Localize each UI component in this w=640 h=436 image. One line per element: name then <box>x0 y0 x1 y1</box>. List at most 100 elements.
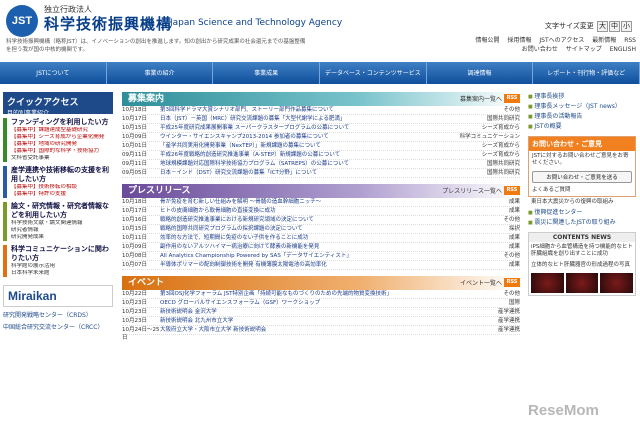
util-recruit-link[interactable]: 採用情報 <box>507 37 531 44</box>
side-link[interactable]: JSTの概要 <box>528 122 636 132</box>
table-row: 10月15日 平成25年度研究成果展開事業 スーパークラスタープログラムの公募につ… <box>122 124 520 133</box>
news-text[interactable]: iPS細胞から血管構造を持つ機能的なヒト肝臓組織を創り出すことに成功 <box>529 242 635 260</box>
side-link[interactable]: 理事長の活動報告 <box>528 112 636 122</box>
events-more-link[interactable]: イベント一覧へ <box>460 278 502 287</box>
row-category: その他 <box>503 291 520 297</box>
row-category: 国際共同研究 <box>486 116 520 122</box>
nav-programs[interactable]: 事業の紹介 <box>107 62 214 84</box>
row-title-link[interactable]: ヒトの皮膚細胞から軟骨細胞の直接変換に成功 <box>160 207 458 215</box>
quick-section-heading[interactable]: 科学コミュニケーションに関わりたい方 <box>11 245 113 263</box>
row-category: シーズ育成から <box>481 152 520 158</box>
quick-link[interactable]: 文科省受託事業 <box>11 155 113 162</box>
news-image[interactable] <box>529 271 635 295</box>
quick-link[interactable]: 【募集中】技術移転の相談 <box>11 184 113 191</box>
quick-link[interactable]: 日本科学未来館 <box>11 270 113 277</box>
crcc-link[interactable]: 中国総合研究交流センター（CRCC） <box>3 322 113 331</box>
row-date: 10月24日〜25日 <box>122 327 160 341</box>
row-title-link[interactable]: 日本－インド（DST）研究交流課題の募集「ICT分野」について <box>160 169 458 177</box>
row-title-link[interactable]: 効率的な方法で、短期間に免疫のない子供を作ることに成功 <box>160 234 458 242</box>
site-title[interactable]: 科学技術振興機構 <box>44 13 172 34</box>
row-date: 10月18日 <box>122 199 147 205</box>
row-title-link[interactable]: 第3回OSJ化学フォーラム JST特別企画「持続可能なものづくりのための先端的物… <box>160 290 458 298</box>
row-title-link[interactable]: 骨が免疫を育む新しい仕組みを解明 ～骨髄の造血幹細胞ニッチ～ <box>160 198 458 206</box>
row-category: その他 <box>503 253 520 259</box>
font-size-large-button[interactable]: 大 <box>597 21 609 32</box>
font-size-small-button[interactable]: 小 <box>621 21 633 32</box>
jst-logo[interactable]: JST <box>6 5 38 37</box>
row-title-link[interactable]: 戦略的創造研究推進事業における新規研究領域の決定について <box>160 216 458 224</box>
nav-reports[interactable]: レポート・刊行物・評価など <box>533 62 640 84</box>
row-title-link[interactable]: All Analytics Championship Powered by SA… <box>160 252 458 260</box>
quick-link[interactable]: 【募集中】シーズ育成から企業化開発 <box>11 134 113 141</box>
row-date: 10月18日 <box>122 107 147 113</box>
util-english-link[interactable]: ENGLISH <box>610 46 636 53</box>
util-latest-link[interactable]: 最新情報 <box>592 37 616 44</box>
main-content: 募集案内 募集案内一覧へ RSS 10月18日 第3回科学ドラマ大賞シナリオ部門、… <box>122 92 520 341</box>
table-row: 10月23日 新技術説明会 金沢大学 産学連携 <box>122 308 520 317</box>
row-date: 10月16日 <box>122 217 147 223</box>
row-title-link[interactable]: 日本（JST）－英国（MRC）研究交流課題の募集「大型代謝学による肥満」 <box>160 115 458 123</box>
font-size-medium-button[interactable]: 中 <box>609 21 621 32</box>
watermark: ReseMom <box>528 402 599 419</box>
side-link[interactable]: 震災に関連したJSTの取り組み <box>528 218 636 228</box>
faq-link[interactable]: よくあるご質問 <box>529 185 635 196</box>
quick-link[interactable]: 研究開発成果 <box>11 234 113 241</box>
quick-link[interactable]: 科学技術文献・論文関連情報 <box>11 220 113 227</box>
row-title-link[interactable]: 第3回科学ドラマ大賞シナリオ部門、ストーリー部門作品募集について <box>160 106 458 114</box>
events-rss-icon[interactable]: RSS <box>504 278 520 287</box>
recruit-more-link[interactable]: 募集案内一覧へ <box>460 94 502 103</box>
row-date: 10月01日 <box>122 143 147 149</box>
row-title-link[interactable]: ウインター・サイエンスキャンプ2013-2014 参加者の募集について <box>160 133 458 141</box>
row-title-link[interactable]: OECD グローバルサイエンスフォーラム（GSF）ワークショップ <box>160 299 458 307</box>
press-more-link[interactable]: プレスリリース一覧へ <box>442 186 502 195</box>
nav-database[interactable]: データベース・コンテンツサービス <box>320 62 427 84</box>
row-title-link[interactable]: 副作用のないアルツハイマー病治療に向けて酵素の新機能を発見 <box>160 243 458 251</box>
row-title-link[interactable]: 「産学共同実用化開発事業（NexTEP）」新規課題の募集について <box>160 142 458 150</box>
table-row: 10月17日 ヒトの皮膚細胞から軟骨細胞の直接変換に成功 成果 <box>122 207 520 216</box>
row-title-link[interactable]: 半導体ポリマーの配向制御技術を開発 有機薄膜太陽電池の高効率化 <box>160 261 458 269</box>
miraikan-banner[interactable]: Miraikan <box>3 285 113 307</box>
table-row: 10月09日 副作用のないアルツハイマー病治療に向けて酵素の新機能を発見 成果 <box>122 243 520 252</box>
quick-link[interactable]: 科学館の展示活用 <box>11 263 113 270</box>
crds-link[interactable]: 研究開発戦略センター（CRDS） <box>3 310 113 319</box>
recruit-rss-icon[interactable]: RSS <box>504 94 520 103</box>
row-title-link[interactable]: 平成25年度研究成果展開事業 スーパークラスタープログラムの公募について <box>160 124 458 132</box>
row-title-link[interactable]: 大阪府立大学・大阪市立大学 新技術説明会 <box>160 326 458 334</box>
quick-access-title: クイックアクセス <box>7 98 79 108</box>
contact-text: JSTに対するお問い合わせご意見をお寄せください。 <box>532 153 629 166</box>
quick-link[interactable]: 【募集中】地域の研究開発 <box>11 141 113 148</box>
contact-button[interactable]: お問い合わせ・ご意見を送る <box>532 171 632 183</box>
side-link[interactable]: 理事長メッセージ（JST news） <box>528 102 636 112</box>
nav-about[interactable]: JSTについて <box>0 62 107 84</box>
util-contact-link[interactable]: お問い合わせ <box>522 46 558 53</box>
quick-link[interactable]: 【募集中】特許の支援 <box>11 191 113 198</box>
util-sitemap-link[interactable]: サイトマップ <box>566 46 602 53</box>
side-link[interactable]: 復興促進センター <box>528 208 636 218</box>
quick-link[interactable]: 【募集中】国際的な科学・技術協力 <box>11 148 113 155</box>
row-date: 09月05日 <box>122 170 147 176</box>
quick-section-heading[interactable]: 論文・研究情報・研究者情報などを利用したい方 <box>11 202 113 220</box>
util-rss-link[interactable]: RSS <box>624 37 636 44</box>
table-row: 10月18日 第3回科学ドラマ大賞シナリオ部門、ストーリー部門作品募集について その… <box>122 106 520 115</box>
table-row: 10月08日 All Analytics Championship Powered… <box>122 252 520 261</box>
quick-link[interactable]: 研究者情報 <box>11 227 113 234</box>
quick-section-heading[interactable]: 産学連携や技術移転の支援を利用したい方 <box>11 166 113 184</box>
side-link[interactable]: 理事長挨拶 <box>528 92 636 102</box>
quick-link[interactable]: 【募集中】課題達成型基礎研究 <box>11 127 113 134</box>
util-access-link[interactable]: JSTへのアクセス <box>539 37 584 44</box>
nav-results[interactable]: 事業成果 <box>213 62 321 84</box>
row-title-link[interactable]: 地球規模課題対応国際科学技術協力プログラム（SATREPS）の公募について <box>160 160 458 168</box>
row-title-link[interactable]: 平成26年度戦略的創造研究推進事業（A-STEP）新規課題の公募について <box>160 151 458 159</box>
row-title-link[interactable]: 戦略的国際共同研究プログラムの採択課題の決定について <box>160 225 458 233</box>
table-row: 09月11日 地球規模課題対応国際科学技術協力プログラム（SATREPS）の公募に… <box>122 160 520 169</box>
font-size-control: 文字サイズ変更 大中小 <box>545 21 633 32</box>
press-header: プレスリリース プレスリリース一覧へ RSS <box>122 184 520 198</box>
row-title-link[interactable]: 新技術説明会 北九州市立大学 <box>160 317 458 325</box>
quick-section-heading[interactable]: ファンディングを利用したい方 <box>11 118 113 127</box>
util-disclosure-link[interactable]: 情報公開 <box>476 37 500 44</box>
quick-access: クイックアクセス 目的別事業紹介 ファンディングを利用したい方 【募集中】課題達… <box>3 92 113 436</box>
nav-procurement[interactable]: 調達情報 <box>427 62 534 84</box>
row-date: 10月22日 <box>122 291 147 297</box>
press-rss-icon[interactable]: RSS <box>504 186 520 195</box>
row-title-link[interactable]: 新技術説明会 金沢大学 <box>160 308 458 316</box>
